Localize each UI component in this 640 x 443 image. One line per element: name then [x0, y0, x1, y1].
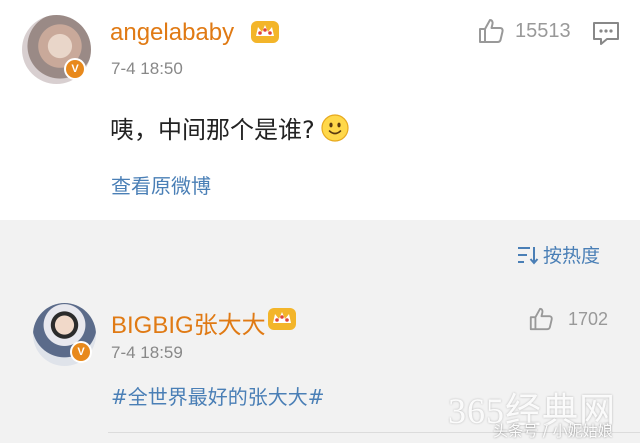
comment-text: 咦，中间那个是谁?: [110, 110, 349, 145]
comment-icon[interactable]: [592, 20, 620, 46]
verified-badge-icon: V: [64, 58, 86, 80]
reply-like-button[interactable]: 1702: [528, 306, 608, 332]
like-count: 15513: [515, 19, 571, 42]
reply-like-count: 1702: [568, 308, 609, 329]
username[interactable]: angelababy: [110, 19, 234, 47]
sort-by-hot-button[interactable]: 按热度: [517, 241, 600, 268]
smile-emoji-icon: [321, 113, 349, 142]
post-card: V angelababy 7-4 18:50 15513 咦，中间那个是谁? 查…: [0, 0, 640, 220]
reply-timestamp: 7-4 18:59: [111, 343, 183, 362]
timestamp: 7-4 18:50: [111, 59, 183, 78]
crown-icon: [251, 21, 279, 43]
reply-thumbs-up-icon: [529, 307, 553, 331]
reply-username[interactable]: BIGBIG张大大: [111, 305, 266, 340]
reply-verified-badge-icon: V: [70, 341, 92, 363]
reply-hashtag-link[interactable]: #全世界最好的张大大#: [111, 381, 325, 410]
view-original-link[interactable]: 查看原微博: [111, 170, 211, 199]
sort-label: 按热度: [543, 245, 601, 267]
reply-crown-icon: [268, 308, 296, 330]
watermark-source: 头条号 / 小妮姑娘: [493, 422, 613, 440]
like-button[interactable]: 15513: [477, 17, 571, 45]
sort-icon: [518, 246, 539, 265]
thumbs-up-icon: [479, 19, 504, 43]
